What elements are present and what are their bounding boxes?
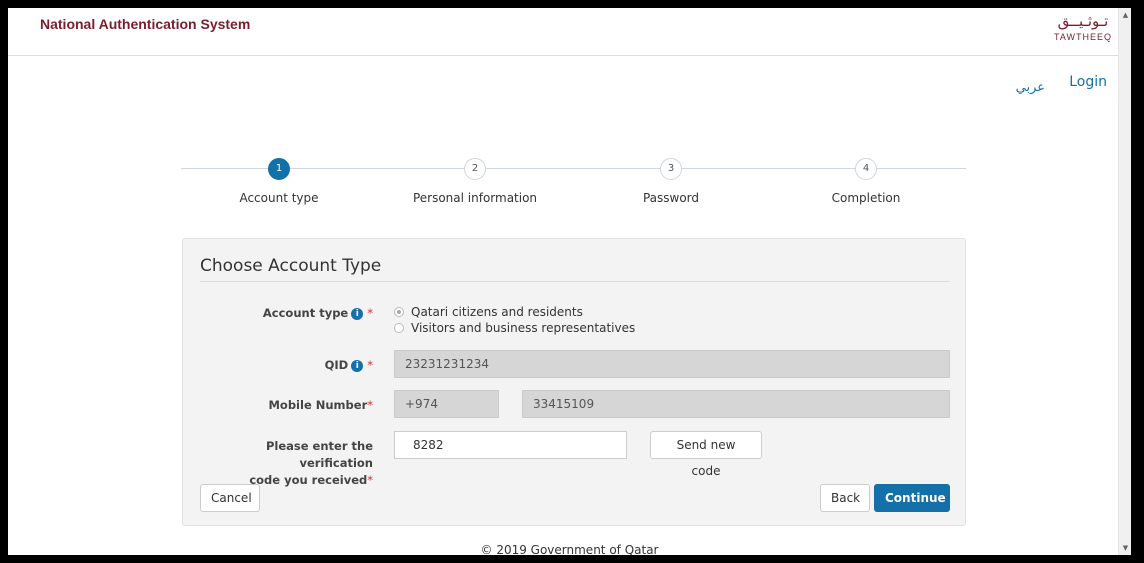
- step-1-label: Account type: [239, 191, 319, 205]
- verification-label-line2: code you received: [249, 473, 368, 487]
- account-type-label: Account type i *: [203, 306, 373, 320]
- logo-latin-text: TAWTHEEQ: [1054, 32, 1112, 42]
- step-3-label: Password: [642, 191, 700, 205]
- step-4-label: Completion: [831, 191, 901, 205]
- scroll-up-arrow-icon[interactable]: ▲: [1119, 8, 1131, 22]
- radio-citizens[interactable]: [394, 307, 404, 317]
- radio-visitors-label: Visitors and business representatives: [411, 321, 636, 335]
- step-3: 3 Password: [596, 158, 746, 205]
- radio-citizens-label: Qatari citizens and residents: [411, 305, 583, 319]
- radio-visitors[interactable]: [394, 323, 404, 333]
- mobile-number-field[interactable]: 33415109: [522, 390, 950, 418]
- qid-label-text: QID: [324, 358, 349, 372]
- back-button[interactable]: Back: [820, 484, 870, 512]
- account-type-label-text: Account type: [262, 306, 349, 320]
- verification-label-line1: Please enter the verification: [265, 439, 373, 470]
- browser-viewport: National Authentication System تـوثـيــق…: [8, 8, 1131, 555]
- required-marker: *: [367, 306, 373, 320]
- panel-title: Choose Account Type: [200, 256, 382, 276]
- page-scrollbar[interactable]: ▲ ▼: [1118, 8, 1131, 555]
- country-code-field[interactable]: +974: [394, 390, 499, 418]
- login-link[interactable]: Login: [1069, 74, 1107, 90]
- step-2-label: Personal information: [412, 191, 538, 205]
- info-icon[interactable]: i: [351, 307, 364, 320]
- step-1-circle: 1: [268, 158, 290, 180]
- required-marker: *: [367, 358, 373, 372]
- step-4-circle: 4: [855, 158, 877, 180]
- step-2-circle: 2: [464, 158, 486, 180]
- tawtheeq-logo: تـوثـيــق TAWTHEEQ: [1047, 12, 1119, 52]
- scroll-down-arrow-icon[interactable]: ▼: [1119, 541, 1131, 555]
- required-marker: *: [367, 398, 373, 412]
- qid-field[interactable]: 23231231234: [394, 350, 950, 378]
- radio-option-citizens[interactable]: Qatari citizens and residents: [394, 304, 635, 320]
- site-header: National Authentication System تـوثـيــق…: [8, 8, 1131, 56]
- mobile-label-text: Mobile Number: [268, 398, 368, 412]
- info-icon[interactable]: i: [351, 359, 364, 372]
- send-new-code-button[interactable]: Send new code: [650, 431, 762, 478]
- registration-stepper: 1 Account type 2 Personal information 3 …: [181, 158, 966, 208]
- continue-button[interactable]: Continue: [874, 484, 950, 512]
- step-2: 2 Personal information: [400, 158, 550, 205]
- step-3-circle: 3: [660, 158, 682, 180]
- footer-copyright: © 2019 Government of Qatar: [480, 543, 659, 555]
- qid-label: QID i *: [203, 358, 373, 372]
- account-type-panel: Choose Account Type Account type i * Qata…: [182, 238, 966, 526]
- account-type-radio-group: Qatari citizens and residents Visitors a…: [394, 304, 635, 336]
- site-brand: National Authentication System: [40, 16, 251, 32]
- verification-code-input[interactable]: 8282: [394, 431, 627, 459]
- required-marker: *: [367, 473, 373, 487]
- verification-label: Please enter the verification code you r…: [193, 438, 373, 489]
- logo-arabic-text: تـوثـيــق: [1057, 12, 1109, 30]
- step-4: 4 Completion: [791, 158, 941, 205]
- radio-option-visitors[interactable]: Visitors and business representatives: [394, 320, 635, 336]
- panel-divider: [200, 281, 950, 282]
- cancel-button[interactable]: Cancel: [200, 484, 260, 512]
- step-1: 1 Account type: [204, 158, 354, 205]
- language-switch-link[interactable]: عربي: [1016, 80, 1045, 95]
- mobile-label: Mobile Number*: [203, 398, 373, 412]
